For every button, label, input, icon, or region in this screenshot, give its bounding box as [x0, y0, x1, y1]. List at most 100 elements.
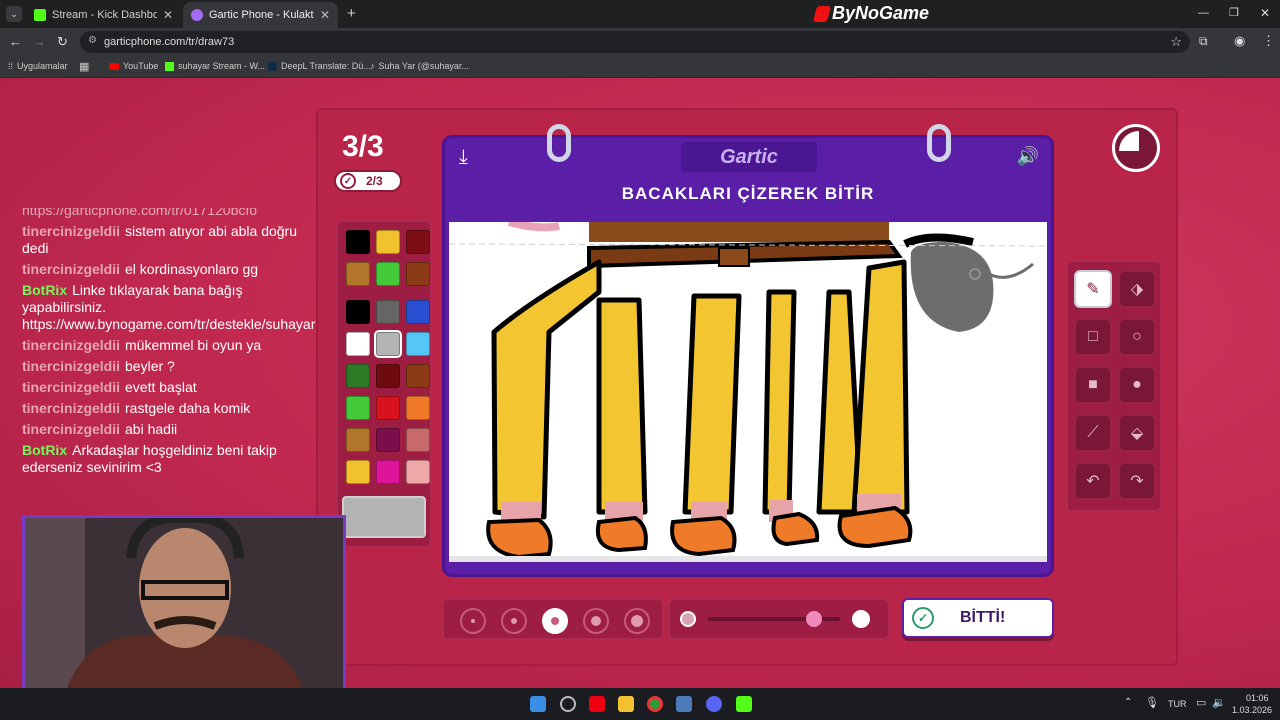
- address-bar[interactable]: ⚙ garticphone.com/tr/draw73 ☆: [80, 31, 1190, 53]
- menu-icon[interactable]: ⋮: [1262, 33, 1275, 49]
- bookmark-star-icon[interactable]: ☆: [1170, 34, 1182, 50]
- undo-icon[interactable]: ↶: [1074, 462, 1112, 500]
- color-swatch[interactable]: [406, 262, 430, 286]
- file-explorer-icon[interactable]: [618, 696, 634, 712]
- chat-username[interactable]: tinercinizgeldii: [22, 358, 120, 374]
- brush-size-option[interactable]: [542, 608, 568, 634]
- line-icon[interactable]: ⟋: [1074, 414, 1112, 452]
- search-icon[interactable]: [560, 696, 576, 712]
- redo-icon[interactable]: ↷: [1118, 462, 1156, 500]
- color-swatch[interactable]: [406, 364, 430, 388]
- chat-username[interactable]: tinercinizgeldii: [22, 261, 120, 277]
- tab-kick-dashboard[interactable]: Stream - Kick Dashboard ✕: [26, 2, 181, 28]
- mic-icon[interactable]: 🎙: [1145, 696, 1159, 709]
- chrome-icon[interactable]: [647, 696, 663, 712]
- color-swatch[interactable]: [376, 230, 400, 254]
- tab-search-icon[interactable]: ⌄: [6, 6, 22, 22]
- bookmark-deepl[interactable]: DeepL Translate: Dü...: [268, 61, 371, 71]
- windows-taskbar: ⌃ 🎙 TUR ▭ 🔉 01:06 1.03.2026: [0, 688, 1280, 720]
- chat-username[interactable]: tinercinizgeldii: [22, 337, 120, 353]
- chat-username[interactable]: tinercinizgeldii: [22, 379, 120, 395]
- chat-username[interactable]: tinercinizgeldii: [22, 223, 120, 239]
- color-swatch[interactable]: [376, 460, 400, 484]
- color-swatch[interactable]: [376, 300, 400, 324]
- drawing-canvas[interactable]: [449, 222, 1047, 562]
- opacity-knob[interactable]: [805, 611, 822, 627]
- close-tab-icon[interactable]: ✕: [163, 8, 173, 22]
- tray-chevron-icon[interactable]: ⌃: [1124, 697, 1132, 708]
- color-swatch[interactable]: [406, 460, 430, 484]
- tab-title: Stream - Kick Dashboard: [52, 9, 157, 21]
- circle-fill-icon[interactable]: ●: [1118, 366, 1156, 404]
- network-icon[interactable]: ▭: [1196, 696, 1206, 709]
- windows-start-icon[interactable]: [530, 696, 546, 712]
- color-swatch[interactable]: [346, 460, 370, 484]
- extensions-icon[interactable]: ⧉: [1199, 34, 1208, 49]
- profile-icon[interactable]: ◉: [1234, 33, 1245, 49]
- color-swatch[interactable]: [376, 428, 400, 452]
- color-swatch[interactable]: [346, 396, 370, 420]
- clock-date[interactable]: 1.03.2026: [1232, 705, 1272, 715]
- chat-username[interactable]: tinercinizgeldii: [22, 421, 120, 437]
- brush-size-option[interactable]: [624, 608, 650, 634]
- restore-icon[interactable]: ❐: [1229, 6, 1239, 19]
- chat-username[interactable]: BotRix: [22, 282, 67, 298]
- language-indicator[interactable]: TUR: [1168, 699, 1187, 709]
- download-icon[interactable]: ⤓: [459, 146, 468, 169]
- bookmark-tiktok[interactable]: ♪ Suha Yar (@suhayar...: [370, 61, 469, 71]
- color-swatch[interactable]: [406, 332, 430, 356]
- sound-icon[interactable]: 🔊: [1017, 146, 1039, 167]
- bynogame-logo: ByNoGame: [812, 3, 929, 24]
- bucket-icon[interactable]: ⬙: [1118, 414, 1156, 452]
- bookmark-kick-stream[interactable]: suhayar Stream - W...: [165, 61, 265, 71]
- kick-icon: [34, 9, 46, 21]
- color-swatch[interactable]: [346, 230, 370, 254]
- done-button[interactable]: ✓ BİTTİ!: [902, 598, 1054, 638]
- reload-icon[interactable]: ↻: [57, 34, 68, 50]
- brush-size-option[interactable]: [460, 608, 486, 634]
- color-swatch[interactable]: [346, 428, 370, 452]
- color-swatch[interactable]: [406, 428, 430, 452]
- color-swatch[interactable]: [376, 262, 400, 286]
- color-swatch[interactable]: [346, 332, 370, 356]
- square-outline-icon[interactable]: □: [1074, 318, 1112, 356]
- clock-time[interactable]: 01:06: [1246, 693, 1269, 703]
- close-window-icon[interactable]: ✕: [1260, 6, 1270, 20]
- app-icon[interactable]: [676, 696, 692, 712]
- bookmark-youtube[interactable]: YouTube: [109, 61, 158, 71]
- opacity-slider[interactable]: [708, 611, 840, 627]
- color-swatch[interactable]: [346, 364, 370, 388]
- discord-icon[interactable]: [706, 696, 722, 712]
- brush-size-option[interactable]: [501, 608, 527, 634]
- brush-size-panel: [442, 598, 664, 640]
- kick-app-icon[interactable]: [736, 696, 752, 712]
- color-swatch[interactable]: [374, 330, 402, 358]
- tab-gartic-phone[interactable]: Gartic Phone - Kulaktan Kulağa ✕: [183, 2, 338, 28]
- color-swatch[interactable]: [376, 396, 400, 420]
- site-info-icon[interactable]: ⚙: [88, 35, 97, 46]
- brush-size-option[interactable]: [583, 608, 609, 634]
- color-swatch[interactable]: [406, 396, 430, 420]
- square-fill-icon[interactable]: ■: [1074, 366, 1112, 404]
- color-swatch[interactable]: [346, 262, 370, 286]
- grid-icon[interactable]: ▦: [79, 60, 89, 73]
- color-swatch[interactable]: [406, 300, 430, 324]
- color-swatch[interactable]: [376, 364, 400, 388]
- game-frame: 3/3 ✓ 2/3 ⤓ Gartic 🔊 BACAKLARI ÇİZEREK B…: [316, 108, 1178, 666]
- chat-text: beyler ?: [125, 358, 175, 374]
- color-swatch[interactable]: [406, 230, 430, 254]
- new-tab-icon[interactable]: +: [347, 5, 356, 22]
- close-tab-icon[interactable]: ✕: [320, 8, 330, 22]
- chat-username[interactable]: BotRix: [22, 442, 67, 458]
- pencil-icon[interactable]: ✎: [1074, 270, 1112, 308]
- eraser-icon[interactable]: ⬗: [1118, 270, 1156, 308]
- volume-icon[interactable]: 🔉: [1212, 696, 1226, 709]
- bookmark-apps[interactable]: ⁞⁞ Uygulamalar: [8, 61, 68, 71]
- color-swatch[interactable]: [346, 300, 370, 324]
- youtube-app-icon[interactable]: [589, 696, 605, 712]
- minimize-icon[interactable]: —: [1198, 7, 1209, 19]
- back-icon[interactable]: ←: [9, 34, 22, 49]
- chat-username[interactable]: tinercinizgeldii: [22, 400, 120, 416]
- circle-outline-icon[interactable]: ○: [1118, 318, 1156, 356]
- forward-icon[interactable]: →: [33, 34, 46, 49]
